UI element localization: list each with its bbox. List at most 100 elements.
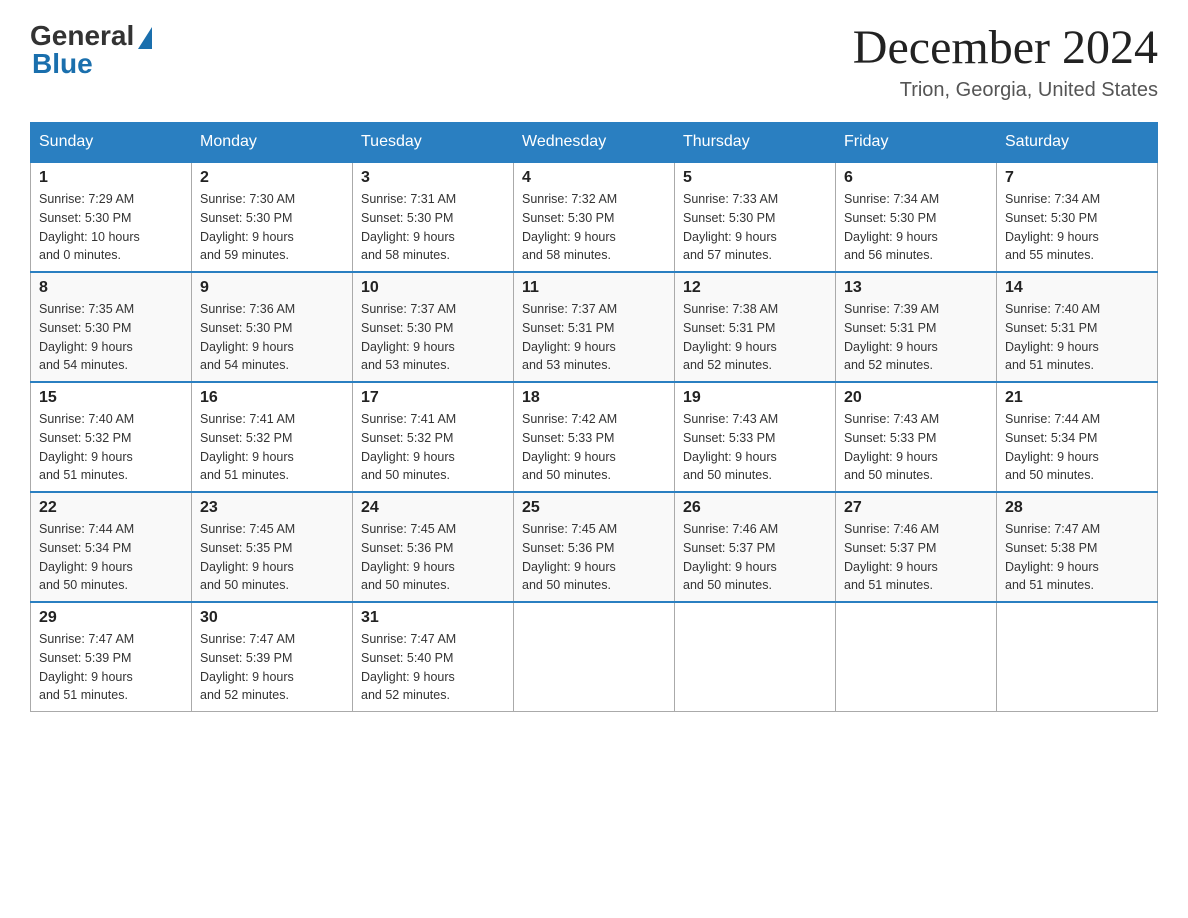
day-info: Sunrise: 7:46 AMSunset: 5:37 PMDaylight:… xyxy=(844,522,939,592)
day-number: 20 xyxy=(844,389,988,407)
logo: General Blue xyxy=(30,20,152,80)
calendar-day-cell xyxy=(836,602,997,712)
calendar-day-cell: 13 Sunrise: 7:39 AMSunset: 5:31 PMDaylig… xyxy=(836,272,997,382)
month-title: December 2024 xyxy=(853,20,1158,75)
calendar-week-row: 29 Sunrise: 7:47 AMSunset: 5:39 PMDaylig… xyxy=(31,602,1158,712)
day-number: 12 xyxy=(683,279,827,297)
calendar-day-cell: 24 Sunrise: 7:45 AMSunset: 5:36 PMDaylig… xyxy=(353,492,514,602)
calendar-day-cell: 5 Sunrise: 7:33 AMSunset: 5:30 PMDayligh… xyxy=(675,162,836,272)
calendar-day-cell: 3 Sunrise: 7:31 AMSunset: 5:30 PMDayligh… xyxy=(353,162,514,272)
calendar-day-cell: 11 Sunrise: 7:37 AMSunset: 5:31 PMDaylig… xyxy=(514,272,675,382)
calendar-day-cell: 1 Sunrise: 7:29 AMSunset: 5:30 PMDayligh… xyxy=(31,162,192,272)
day-number: 21 xyxy=(1005,389,1149,407)
calendar-day-cell: 4 Sunrise: 7:32 AMSunset: 5:30 PMDayligh… xyxy=(514,162,675,272)
calendar-day-cell: 26 Sunrise: 7:46 AMSunset: 5:37 PMDaylig… xyxy=(675,492,836,602)
calendar-day-cell: 30 Sunrise: 7:47 AMSunset: 5:39 PMDaylig… xyxy=(192,602,353,712)
day-info: Sunrise: 7:47 AMSunset: 5:39 PMDaylight:… xyxy=(39,632,134,702)
calendar-day-header: Monday xyxy=(192,123,353,163)
calendar-day-cell: 9 Sunrise: 7:36 AMSunset: 5:30 PMDayligh… xyxy=(192,272,353,382)
day-info: Sunrise: 7:45 AMSunset: 5:35 PMDaylight:… xyxy=(200,522,295,592)
day-number: 10 xyxy=(361,279,505,297)
calendar-day-cell: 29 Sunrise: 7:47 AMSunset: 5:39 PMDaylig… xyxy=(31,602,192,712)
day-number: 17 xyxy=(361,389,505,407)
day-number: 13 xyxy=(844,279,988,297)
calendar-day-cell: 22 Sunrise: 7:44 AMSunset: 5:34 PMDaylig… xyxy=(31,492,192,602)
day-number: 28 xyxy=(1005,499,1149,517)
calendar-week-row: 22 Sunrise: 7:44 AMSunset: 5:34 PMDaylig… xyxy=(31,492,1158,602)
calendar-day-cell: 27 Sunrise: 7:46 AMSunset: 5:37 PMDaylig… xyxy=(836,492,997,602)
day-number: 5 xyxy=(683,169,827,187)
day-info: Sunrise: 7:36 AMSunset: 5:30 PMDaylight:… xyxy=(200,302,295,372)
day-info: Sunrise: 7:34 AMSunset: 5:30 PMDaylight:… xyxy=(1005,192,1100,262)
calendar-day-cell: 31 Sunrise: 7:47 AMSunset: 5:40 PMDaylig… xyxy=(353,602,514,712)
day-number: 23 xyxy=(200,499,344,517)
day-info: Sunrise: 7:41 AMSunset: 5:32 PMDaylight:… xyxy=(200,412,295,482)
day-number: 29 xyxy=(39,609,183,627)
day-info: Sunrise: 7:32 AMSunset: 5:30 PMDaylight:… xyxy=(522,192,617,262)
day-number: 1 xyxy=(39,169,183,187)
calendar-day-cell: 28 Sunrise: 7:47 AMSunset: 5:38 PMDaylig… xyxy=(997,492,1158,602)
day-info: Sunrise: 7:33 AMSunset: 5:30 PMDaylight:… xyxy=(683,192,778,262)
calendar-day-cell: 8 Sunrise: 7:35 AMSunset: 5:30 PMDayligh… xyxy=(31,272,192,382)
calendar-day-header: Thursday xyxy=(675,123,836,163)
calendar-week-row: 15 Sunrise: 7:40 AMSunset: 5:32 PMDaylig… xyxy=(31,382,1158,492)
day-number: 26 xyxy=(683,499,827,517)
day-number: 11 xyxy=(522,279,666,297)
calendar-day-cell: 10 Sunrise: 7:37 AMSunset: 5:30 PMDaylig… xyxy=(353,272,514,382)
day-info: Sunrise: 7:43 AMSunset: 5:33 PMDaylight:… xyxy=(683,412,778,482)
page-header: General Blue December 2024 Trion, Georgi… xyxy=(30,20,1158,102)
calendar-day-cell: 2 Sunrise: 7:30 AMSunset: 5:30 PMDayligh… xyxy=(192,162,353,272)
day-number: 2 xyxy=(200,169,344,187)
day-info: Sunrise: 7:44 AMSunset: 5:34 PMDaylight:… xyxy=(1005,412,1100,482)
day-number: 25 xyxy=(522,499,666,517)
day-number: 3 xyxy=(361,169,505,187)
day-info: Sunrise: 7:42 AMSunset: 5:33 PMDaylight:… xyxy=(522,412,617,482)
calendar-day-header: Wednesday xyxy=(514,123,675,163)
calendar-day-cell: 7 Sunrise: 7:34 AMSunset: 5:30 PMDayligh… xyxy=(997,162,1158,272)
day-number: 14 xyxy=(1005,279,1149,297)
calendar-day-cell xyxy=(514,602,675,712)
calendar-day-cell: 18 Sunrise: 7:42 AMSunset: 5:33 PMDaylig… xyxy=(514,382,675,492)
day-info: Sunrise: 7:47 AMSunset: 5:38 PMDaylight:… xyxy=(1005,522,1100,592)
day-number: 15 xyxy=(39,389,183,407)
calendar-day-cell: 17 Sunrise: 7:41 AMSunset: 5:32 PMDaylig… xyxy=(353,382,514,492)
day-info: Sunrise: 7:37 AMSunset: 5:30 PMDaylight:… xyxy=(361,302,456,372)
calendar-day-header: Tuesday xyxy=(353,123,514,163)
location-subtitle: Trion, Georgia, United States xyxy=(853,79,1158,102)
day-number: 31 xyxy=(361,609,505,627)
day-info: Sunrise: 7:38 AMSunset: 5:31 PMDaylight:… xyxy=(683,302,778,372)
day-info: Sunrise: 7:45 AMSunset: 5:36 PMDaylight:… xyxy=(522,522,617,592)
calendar-day-cell: 15 Sunrise: 7:40 AMSunset: 5:32 PMDaylig… xyxy=(31,382,192,492)
calendar-day-header: Saturday xyxy=(997,123,1158,163)
logo-blue-text: Blue xyxy=(32,48,93,80)
day-info: Sunrise: 7:35 AMSunset: 5:30 PMDaylight:… xyxy=(39,302,134,372)
day-info: Sunrise: 7:46 AMSunset: 5:37 PMDaylight:… xyxy=(683,522,778,592)
day-info: Sunrise: 7:39 AMSunset: 5:31 PMDaylight:… xyxy=(844,302,939,372)
calendar-day-cell: 23 Sunrise: 7:45 AMSunset: 5:35 PMDaylig… xyxy=(192,492,353,602)
day-info: Sunrise: 7:29 AMSunset: 5:30 PMDaylight:… xyxy=(39,192,140,262)
day-info: Sunrise: 7:34 AMSunset: 5:30 PMDaylight:… xyxy=(844,192,939,262)
title-area: December 2024 Trion, Georgia, United Sta… xyxy=(853,20,1158,102)
day-info: Sunrise: 7:43 AMSunset: 5:33 PMDaylight:… xyxy=(844,412,939,482)
calendar-day-cell: 21 Sunrise: 7:44 AMSunset: 5:34 PMDaylig… xyxy=(997,382,1158,492)
calendar-day-cell: 16 Sunrise: 7:41 AMSunset: 5:32 PMDaylig… xyxy=(192,382,353,492)
day-number: 18 xyxy=(522,389,666,407)
day-number: 6 xyxy=(844,169,988,187)
calendar-day-cell xyxy=(675,602,836,712)
calendar-week-row: 8 Sunrise: 7:35 AMSunset: 5:30 PMDayligh… xyxy=(31,272,1158,382)
day-number: 16 xyxy=(200,389,344,407)
day-number: 22 xyxy=(39,499,183,517)
calendar-day-header: Sunday xyxy=(31,123,192,163)
calendar-header-row: SundayMondayTuesdayWednesdayThursdayFrid… xyxy=(31,123,1158,163)
day-number: 8 xyxy=(39,279,183,297)
calendar-day-cell: 6 Sunrise: 7:34 AMSunset: 5:30 PMDayligh… xyxy=(836,162,997,272)
day-number: 9 xyxy=(200,279,344,297)
day-number: 19 xyxy=(683,389,827,407)
calendar-day-cell xyxy=(997,602,1158,712)
calendar-day-cell: 19 Sunrise: 7:43 AMSunset: 5:33 PMDaylig… xyxy=(675,382,836,492)
calendar-day-cell: 25 Sunrise: 7:45 AMSunset: 5:36 PMDaylig… xyxy=(514,492,675,602)
calendar-day-cell: 14 Sunrise: 7:40 AMSunset: 5:31 PMDaylig… xyxy=(997,272,1158,382)
day-info: Sunrise: 7:47 AMSunset: 5:39 PMDaylight:… xyxy=(200,632,295,702)
day-info: Sunrise: 7:30 AMSunset: 5:30 PMDaylight:… xyxy=(200,192,295,262)
day-number: 24 xyxy=(361,499,505,517)
